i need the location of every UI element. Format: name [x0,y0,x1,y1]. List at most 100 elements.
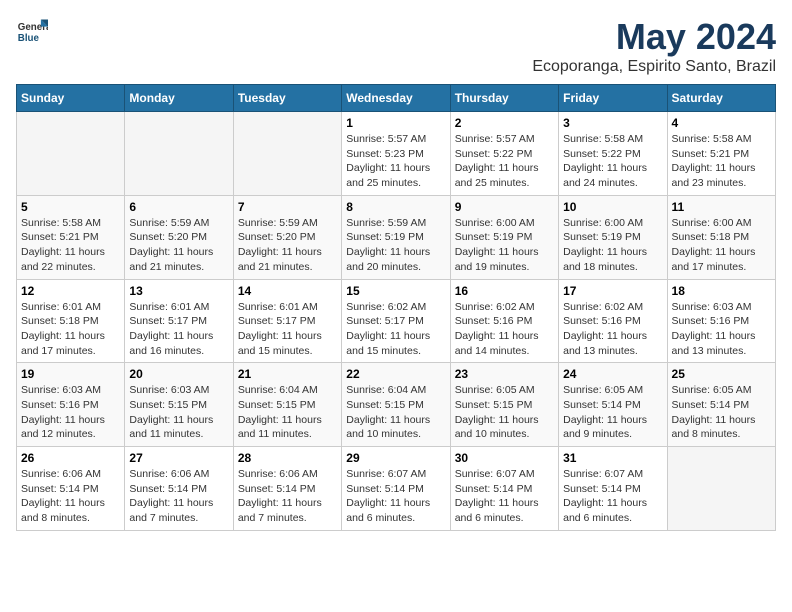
svg-text:Blue: Blue [18,33,40,44]
week-row-4: 26 Sunrise: 6:06 AM Sunset: 5:14 PM Dayli… [17,447,776,531]
day-number: 24 [563,367,662,381]
day-number: 29 [346,451,445,465]
day-info: Sunrise: 6:05 AM Sunset: 5:14 PM Dayligh… [672,383,771,442]
day-info: Sunrise: 6:03 AM Sunset: 5:15 PM Dayligh… [129,383,228,442]
location-subtitle: Ecoporanga, Espirito Santo, Brazil [532,58,776,76]
calendar-cell: 8 Sunrise: 5:59 AM Sunset: 5:19 PM Daylig… [342,195,450,279]
calendar-cell: 2Sunrise: 5:57 AM Sunset: 5:22 PM Daylig… [450,112,558,196]
column-header-sunday: Sunday [17,85,125,112]
day-info: Sunrise: 6:06 AM Sunset: 5:14 PM Dayligh… [21,467,120,526]
day-number: 28 [238,451,337,465]
calendar-cell: 14Sunrise: 6:01 AM Sunset: 5:17 PM Dayli… [233,279,341,363]
calendar-cell: 23 Sunrise: 6:05 AM Sunset: 5:15 PM Dayli… [450,363,558,447]
calendar-cell: 15 Sunrise: 6:02 AM Sunset: 5:17 PM Dayli… [342,279,450,363]
column-header-monday: Monday [125,85,233,112]
calendar-cell: 11Sunrise: 6:00 AM Sunset: 5:18 PM Dayli… [667,195,775,279]
day-info: Sunrise: 6:06 AM Sunset: 5:14 PM Dayligh… [238,467,337,526]
day-info: Sunrise: 5:58 AM Sunset: 5:22 PM Dayligh… [563,132,662,191]
day-number: 10 [563,200,662,214]
day-number: 3 [563,116,662,130]
day-info: Sunrise: 6:07 AM Sunset: 5:14 PM Dayligh… [346,467,445,526]
calendar-cell: 16Sunrise: 6:02 AM Sunset: 5:16 PM Dayli… [450,279,558,363]
calendar-cell: 28 Sunrise: 6:06 AM Sunset: 5:14 PM Dayli… [233,447,341,531]
day-info: Sunrise: 5:59 AM Sunset: 5:20 PM Dayligh… [238,216,337,275]
day-number: 4 [672,116,771,130]
day-info: Sunrise: 6:05 AM Sunset: 5:15 PM Dayligh… [455,383,554,442]
calendar-cell: 27 Sunrise: 6:06 AM Sunset: 5:14 PM Dayli… [125,447,233,531]
calendar-cell: 9 Sunrise: 6:00 AM Sunset: 5:19 PM Daylig… [450,195,558,279]
calendar-cell: 18Sunrise: 6:03 AM Sunset: 5:16 PM Dayli… [667,279,775,363]
calendar-cell: 21 Sunrise: 6:04 AM Sunset: 5:15 PM Dayli… [233,363,341,447]
calendar-cell: 5 Sunrise: 5:58 AM Sunset: 5:21 PM Daylig… [17,195,125,279]
day-number: 13 [129,284,228,298]
day-info: Sunrise: 5:58 AM Sunset: 5:21 PM Dayligh… [672,132,771,191]
calendar-cell: 25 Sunrise: 6:05 AM Sunset: 5:14 PM Dayli… [667,363,775,447]
day-number: 20 [129,367,228,381]
calendar-cell: 24 Sunrise: 6:05 AM Sunset: 5:14 PM Dayli… [559,363,667,447]
day-info: Sunrise: 6:01 AM Sunset: 5:17 PM Dayligh… [238,300,337,359]
day-info: Sunrise: 6:04 AM Sunset: 5:15 PM Dayligh… [238,383,337,442]
day-number: 21 [238,367,337,381]
header-row: SundayMondayTuesdayWednesdayThursdayFrid… [17,85,776,112]
day-info: Sunrise: 5:57 AM Sunset: 5:23 PM Dayligh… [346,132,445,191]
day-info: Sunrise: 5:59 AM Sunset: 5:19 PM Dayligh… [346,216,445,275]
day-info: Sunrise: 6:01 AM Sunset: 5:17 PM Dayligh… [129,300,228,359]
day-number: 12 [21,284,120,298]
calendar-cell: 22Sunrise: 6:04 AM Sunset: 5:15 PM Dayli… [342,363,450,447]
calendar-cell: 10 Sunrise: 6:00 AM Sunset: 5:19 PM Dayli… [559,195,667,279]
calendar-cell: 7 Sunrise: 5:59 AM Sunset: 5:20 PM Daylig… [233,195,341,279]
day-number: 7 [238,200,337,214]
calendar-cell [17,112,125,196]
day-number: 30 [455,451,554,465]
calendar-cell: 20 Sunrise: 6:03 AM Sunset: 5:15 PM Dayli… [125,363,233,447]
title-block: May 2024 Ecoporanga, Espirito Santo, Bra… [532,16,776,76]
day-info: Sunrise: 6:07 AM Sunset: 5:14 PM Dayligh… [455,467,554,526]
calendar-cell: 3 Sunrise: 5:58 AM Sunset: 5:22 PM Daylig… [559,112,667,196]
day-number: 23 [455,367,554,381]
day-number: 6 [129,200,228,214]
day-info: Sunrise: 6:07 AM Sunset: 5:14 PM Dayligh… [563,467,662,526]
week-row-2: 12Sunrise: 6:01 AM Sunset: 5:18 PM Dayli… [17,279,776,363]
day-number: 1 [346,116,445,130]
day-info: Sunrise: 6:02 AM Sunset: 5:17 PM Dayligh… [346,300,445,359]
calendar-cell: 6 Sunrise: 5:59 AM Sunset: 5:20 PM Daylig… [125,195,233,279]
day-info: Sunrise: 6:05 AM Sunset: 5:14 PM Dayligh… [563,383,662,442]
day-info: Sunrise: 6:02 AM Sunset: 5:16 PM Dayligh… [563,300,662,359]
day-number: 5 [21,200,120,214]
day-number: 8 [346,200,445,214]
day-number: 31 [563,451,662,465]
calendar-cell: 30 Sunrise: 6:07 AM Sunset: 5:14 PM Dayli… [450,447,558,531]
calendar-cell [667,447,775,531]
day-number: 22 [346,367,445,381]
day-number: 26 [21,451,120,465]
month-title: May 2024 [532,16,776,58]
day-info: Sunrise: 5:59 AM Sunset: 5:20 PM Dayligh… [129,216,228,275]
day-info: Sunrise: 6:06 AM Sunset: 5:14 PM Dayligh… [129,467,228,526]
calendar-cell [125,112,233,196]
day-info: Sunrise: 6:02 AM Sunset: 5:16 PM Dayligh… [455,300,554,359]
day-info: Sunrise: 6:00 AM Sunset: 5:18 PM Dayligh… [672,216,771,275]
logo: General Blue [16,16,48,48]
calendar-cell: 4 Sunrise: 5:58 AM Sunset: 5:21 PM Daylig… [667,112,775,196]
day-number: 27 [129,451,228,465]
day-number: 9 [455,200,554,214]
calendar-table: SundayMondayTuesdayWednesdayThursdayFrid… [16,84,776,531]
column-header-tuesday: Tuesday [233,85,341,112]
logo-icon: General Blue [16,16,48,48]
calendar-cell: 31 Sunrise: 6:07 AM Sunset: 5:14 PM Dayli… [559,447,667,531]
day-info: Sunrise: 6:00 AM Sunset: 5:19 PM Dayligh… [455,216,554,275]
day-info: Sunrise: 5:58 AM Sunset: 5:21 PM Dayligh… [21,216,120,275]
day-info: Sunrise: 6:00 AM Sunset: 5:19 PM Dayligh… [563,216,662,275]
calendar-cell: 13 Sunrise: 6:01 AM Sunset: 5:17 PM Dayli… [125,279,233,363]
day-number: 15 [346,284,445,298]
week-row-1: 5 Sunrise: 5:58 AM Sunset: 5:21 PM Daylig… [17,195,776,279]
week-row-3: 19Sunrise: 6:03 AM Sunset: 5:16 PM Dayli… [17,363,776,447]
calendar-cell: 17 Sunrise: 6:02 AM Sunset: 5:16 PM Dayli… [559,279,667,363]
day-number: 25 [672,367,771,381]
day-number: 19 [21,367,120,381]
day-number: 17 [563,284,662,298]
calendar-cell: 12Sunrise: 6:01 AM Sunset: 5:18 PM Dayli… [17,279,125,363]
day-info: Sunrise: 5:57 AM Sunset: 5:22 PM Dayligh… [455,132,554,191]
column-header-wednesday: Wednesday [342,85,450,112]
calendar-cell: 1 Sunrise: 5:57 AM Sunset: 5:23 PM Daylig… [342,112,450,196]
